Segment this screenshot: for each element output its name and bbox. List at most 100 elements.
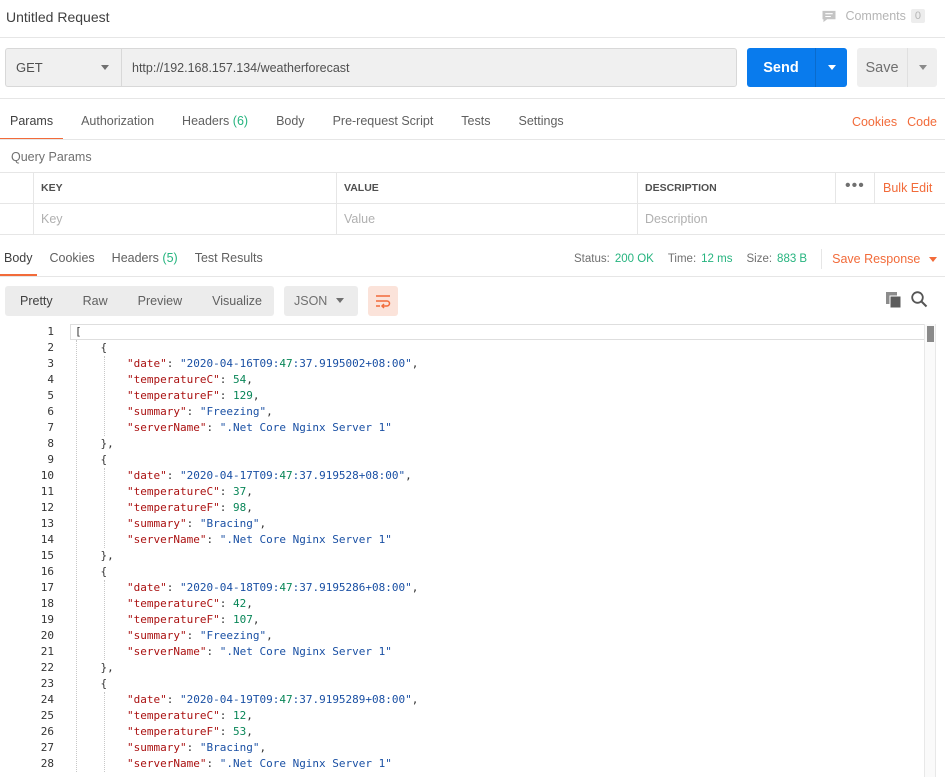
response-status-bar: Status: 200 OK Time: 12 ms Size: 883 B S…	[574, 249, 938, 269]
time-label: Time:	[667, 253, 697, 265]
code-line: "serverName": ".Net Core Nginx Server 1"	[126, 757, 392, 770]
code-line: "date": "2020-04-19T09:47:37.9195289+08:…	[126, 693, 419, 706]
code-line: "temperatureC": 54,	[126, 373, 253, 386]
tab-label: Body	[276, 114, 305, 128]
tab-headers[interactable]: Headers (6)	[172, 100, 258, 140]
preview-button[interactable]: Preview	[123, 286, 197, 316]
code-line: "temperatureF": 107,	[126, 613, 260, 626]
pretty-button[interactable]: Pretty	[5, 286, 68, 316]
tab-label: Authorization	[81, 114, 155, 128]
language-value: JSON	[294, 294, 328, 308]
line-number: 17	[40, 581, 54, 594]
comments-button[interactable]: Comments 0	[821, 9, 925, 23]
code-line: {	[74, 677, 108, 690]
code-line: {	[74, 453, 108, 466]
code-line: },	[74, 549, 114, 562]
indent-guide	[104, 356, 105, 436]
divider	[0, 98, 945, 99]
search-icon[interactable]	[910, 290, 928, 308]
response-body-editor[interactable]: 1 2 3 4 5 6 7 8 9 10 11 12 13 14 15 16 17 18 19 20 21 22 23 24 2…	[0, 324, 945, 777]
indent-guide	[104, 692, 105, 772]
chevron-down-icon	[918, 65, 927, 70]
code-line: },	[74, 437, 114, 450]
tab-test-results[interactable]: Test Results	[191, 240, 267, 276]
tab-authorization[interactable]: Authorization	[71, 100, 164, 140]
scrollbar-thumb[interactable]	[927, 326, 934, 342]
visualize-button[interactable]: Visualize	[197, 286, 277, 316]
size-label: Size:	[746, 253, 773, 265]
line-number: 24	[40, 693, 54, 706]
indent-guide	[104, 580, 105, 660]
save-response-label: Save Response	[832, 252, 921, 266]
code-line: },	[74, 661, 114, 674]
cookies-link[interactable]: Cookies	[852, 115, 897, 129]
params-table: KEY VALUE DESCRIPTION ••• Bulk Edit Key …	[0, 172, 945, 235]
copy-icon[interactable]	[885, 291, 903, 309]
code-line: "summary": "Bracing",	[126, 741, 267, 754]
comments-label: Comments	[845, 9, 906, 23]
tab-label: Settings	[518, 114, 564, 128]
divider	[0, 37, 945, 38]
line-number: 23	[40, 677, 54, 690]
language-select[interactable]: JSON	[284, 286, 358, 316]
more-options-icon[interactable]: •••	[845, 178, 865, 194]
line-number: 28	[40, 757, 54, 770]
line-number: 25	[40, 709, 54, 722]
code-link[interactable]: Code	[907, 115, 937, 129]
tab-label: Test Results	[194, 251, 263, 265]
send-button[interactable]: Send	[747, 48, 847, 87]
chevron-down-icon	[827, 65, 836, 70]
line-number: 12	[40, 501, 54, 514]
method-value: GET	[16, 60, 43, 75]
tab-tests[interactable]: Tests	[451, 100, 500, 140]
line-number: 1	[47, 325, 54, 338]
tab-label: Params	[10, 114, 54, 128]
query-params-heading: Query Params	[11, 150, 92, 164]
code-line: "serverName": ".Net Core Nginx Server 1"	[126, 533, 392, 546]
tab-response-cookies[interactable]: Cookies	[46, 240, 99, 276]
code-line: "summary": "Freezing",	[126, 405, 273, 418]
code-line: "serverName": ".Net Core Nginx Server 1"	[126, 421, 392, 434]
bulk-edit-link[interactable]: Bulk Edit	[874, 173, 932, 204]
code-line: "date": "2020-04-16T09:47:37.9195002+08:…	[126, 357, 419, 370]
line-number: 14	[40, 533, 54, 546]
line-number: 6	[47, 405, 54, 418]
line-number-gutter: 1 2 3 4 5 6 7 8 9 10 11 12 13 14 15 16 17 18 19 20 21 22 23 24 2…	[0, 324, 58, 772]
line-number: 18	[40, 597, 54, 610]
save-options-button[interactable]	[908, 65, 937, 70]
tab-settings[interactable]: Settings	[508, 100, 573, 140]
tab-response-body[interactable]: Body	[0, 240, 37, 276]
send-options-button[interactable]	[816, 65, 847, 70]
tab-response-headers[interactable]: Headers (5)	[108, 240, 182, 276]
code-line: "temperatureF": 53,	[126, 725, 253, 738]
key-input[interactable]: Key	[33, 204, 336, 235]
line-number: 22	[40, 661, 54, 674]
code-line: "summary": "Bracing",	[126, 517, 267, 530]
code-line: "temperatureC": 42,	[126, 597, 253, 610]
value-input[interactable]: Value	[336, 204, 637, 235]
save-label: Save	[865, 59, 899, 76]
line-number: 2	[47, 341, 54, 354]
description-input[interactable]: Description	[637, 204, 945, 235]
indent-guide	[104, 468, 105, 548]
code-line: [	[70, 324, 925, 340]
chevron-down-icon	[101, 65, 109, 70]
url-input[interactable]: http://192.168.157.134/weatherforecast	[121, 48, 737, 87]
code-line: "date": "2020-04-18T09:47:37.9195286+08:…	[126, 581, 419, 594]
send-label: Send	[763, 59, 799, 76]
chevron-down-icon	[929, 256, 938, 262]
divider	[0, 276, 945, 277]
value-column-header: VALUE	[336, 173, 637, 204]
save-button[interactable]: Save	[857, 48, 937, 87]
tab-pre-request-script[interactable]: Pre-request Script	[323, 100, 444, 140]
line-number: 27	[40, 741, 54, 754]
tab-label: Cookies	[49, 251, 95, 265]
tab-body[interactable]: Body	[266, 100, 315, 140]
raw-button[interactable]: Raw	[68, 286, 123, 316]
key-column-header: KEY	[33, 173, 336, 204]
save-response-button[interactable]: Save Response	[832, 252, 938, 266]
wrap-lines-button[interactable]	[368, 286, 398, 316]
vertical-scrollbar[interactable]	[924, 324, 936, 777]
method-select[interactable]: GET	[5, 48, 121, 87]
tab-params[interactable]: Params	[0, 100, 64, 140]
